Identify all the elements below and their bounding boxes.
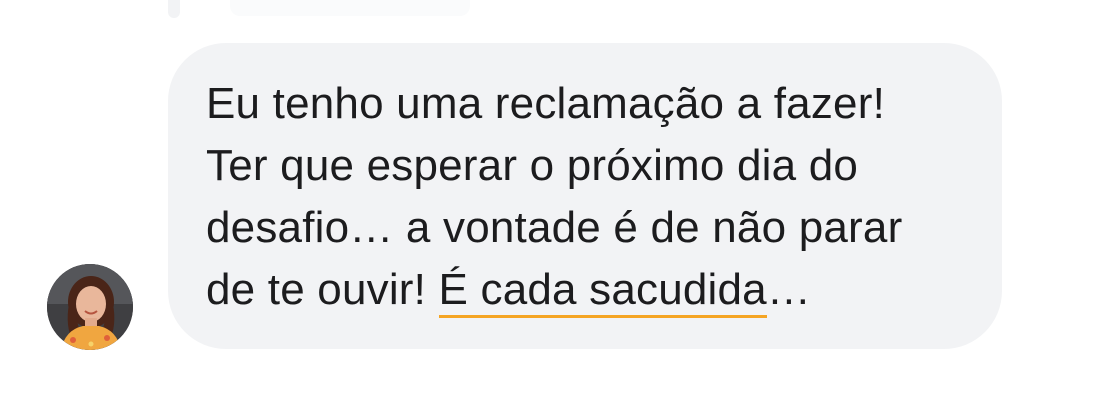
message-line-2: Ter que esperar o próximo dia do <box>206 141 859 190</box>
message-line-4-suffix: … <box>766 265 812 314</box>
sender-avatar[interactable] <box>47 264 133 350</box>
previous-message-shadow <box>230 0 470 16</box>
message-line-1: Eu tenho uma reclamação a fazer! <box>206 79 885 128</box>
highlighted-phrase[interactable]: É cada sacudida <box>438 265 767 318</box>
message-line-3: desafio… a vontade é de não parar <box>206 203 903 252</box>
message-line-4: de te ouvir! É cada sacudida… <box>206 259 982 321</box>
previous-message-bubble-edge <box>168 0 180 18</box>
message-bubble[interactable]: Eu tenho uma reclamação a fazer! Ter que… <box>168 43 1002 349</box>
message-line-4-prefix: de te ouvir! <box>206 265 439 314</box>
avatar-photo-icon <box>47 264 133 350</box>
